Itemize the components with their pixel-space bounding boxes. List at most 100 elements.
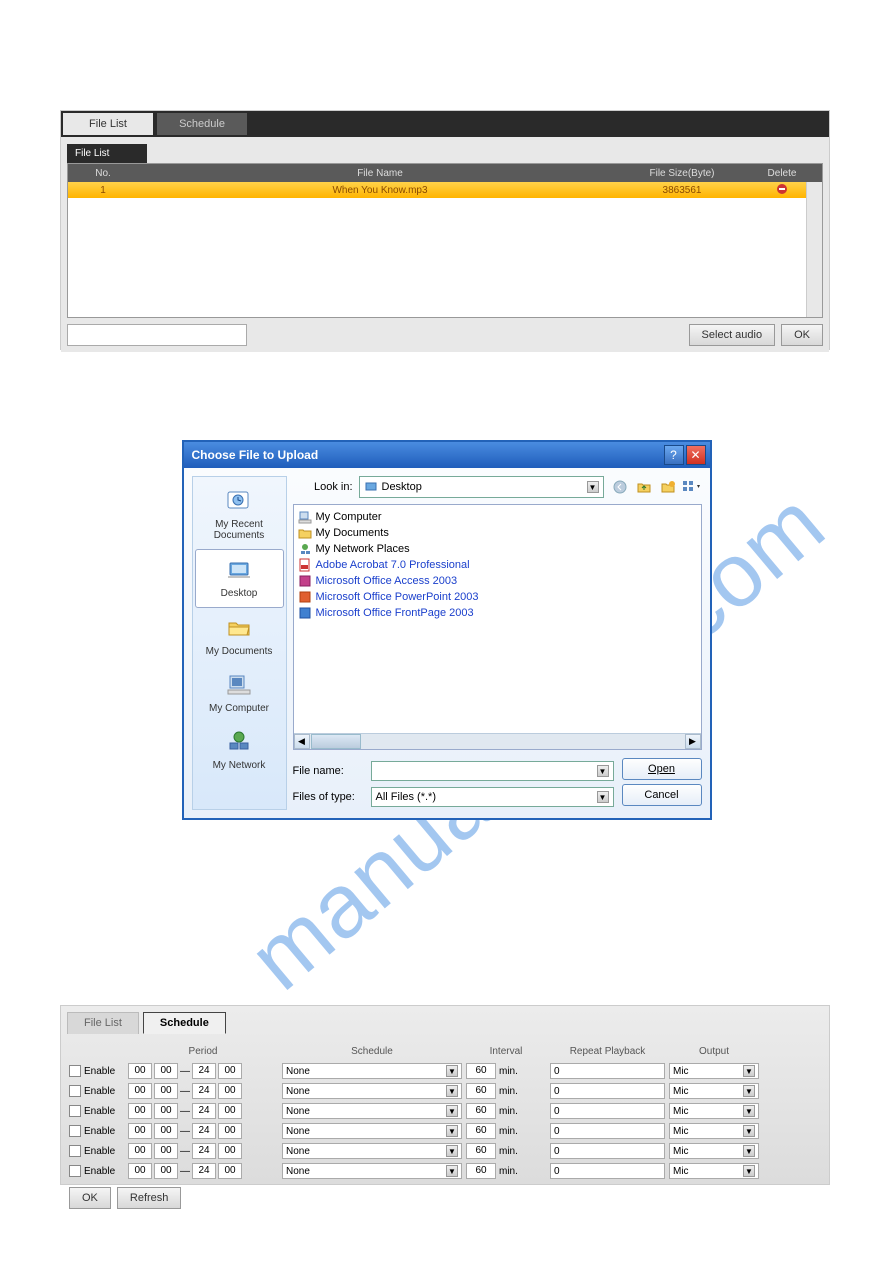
sidebar-recent[interactable]: My Recent Documents [195, 481, 284, 549]
filename-input[interactable]: ▼ [371, 761, 614, 781]
open-button[interactable]: Open [622, 758, 702, 780]
list-item[interactable]: Microsoft Office Access 2003 [298, 573, 697, 589]
select-audio-button[interactable]: Select audio [689, 324, 776, 346]
period-start-min[interactable]: 00 [154, 1063, 178, 1079]
sidebar-my-network[interactable]: My Network [195, 722, 284, 779]
period-end-hour[interactable]: 24 [192, 1143, 216, 1159]
chevron-down-icon[interactable]: ▼ [446, 1105, 458, 1117]
view-menu-icon[interactable] [682, 477, 702, 497]
scroll-thumb[interactable] [311, 734, 361, 749]
chevron-down-icon[interactable]: ▼ [597, 765, 609, 777]
output-dropdown[interactable]: Mic▼ [669, 1103, 759, 1119]
chevron-down-icon[interactable]: ▼ [446, 1065, 458, 1077]
schedule-dropdown[interactable]: None▼ [282, 1063, 462, 1079]
period-end-min[interactable]: 00 [218, 1143, 242, 1159]
new-folder-icon[interactable] [658, 477, 678, 497]
interval-input[interactable]: 60 [466, 1143, 496, 1159]
schedule-dropdown[interactable]: None▼ [282, 1083, 462, 1099]
table-row[interactable]: 1 When You Know.mp3 3863561 [68, 182, 822, 198]
period-start-hour[interactable]: 00 [128, 1123, 152, 1139]
output-dropdown[interactable]: Mic▼ [669, 1063, 759, 1079]
period-end-hour[interactable]: 24 [192, 1123, 216, 1139]
output-dropdown[interactable]: Mic▼ [669, 1083, 759, 1099]
chevron-down-icon[interactable]: ▼ [743, 1085, 755, 1097]
period-start-hour[interactable]: 00 [128, 1063, 152, 1079]
chevron-down-icon[interactable]: ▼ [743, 1145, 755, 1157]
chevron-down-icon[interactable]: ▼ [743, 1105, 755, 1117]
period-start-min[interactable]: 00 [154, 1083, 178, 1099]
sidebar-my-computer[interactable]: My Computer [195, 665, 284, 722]
enable-checkbox[interactable] [69, 1145, 81, 1157]
schedule-ok-button[interactable]: OK [69, 1187, 111, 1209]
interval-input[interactable]: 60 [466, 1123, 496, 1139]
schedule-dropdown[interactable]: None▼ [282, 1143, 462, 1159]
period-end-min[interactable]: 00 [218, 1063, 242, 1079]
period-end-hour[interactable]: 24 [192, 1163, 216, 1179]
period-start-min[interactable]: 00 [154, 1123, 178, 1139]
schedule-dropdown[interactable]: None▼ [282, 1123, 462, 1139]
list-item[interactable]: Microsoft Office PowerPoint 2003 [298, 589, 697, 605]
repeat-input[interactable]: 0 [550, 1163, 665, 1179]
list-item[interactable]: My Network Places [298, 541, 697, 557]
period-start-min[interactable]: 00 [154, 1163, 178, 1179]
chevron-down-icon[interactable]: ▼ [743, 1125, 755, 1137]
tab-file-list[interactable]: File List [63, 113, 153, 135]
close-button[interactable]: ✕ [686, 445, 706, 465]
list-item[interactable]: My Computer [298, 509, 697, 525]
period-start-min[interactable]: 00 [154, 1143, 178, 1159]
list-item[interactable]: Microsoft Office FrontPage 2003 [298, 605, 697, 621]
sidebar-my-documents[interactable]: My Documents [195, 608, 284, 665]
chevron-down-icon[interactable]: ▼ [743, 1165, 755, 1177]
interval-input[interactable]: 60 [466, 1103, 496, 1119]
up-folder-icon[interactable] [634, 477, 654, 497]
period-start-hour[interactable]: 00 [128, 1163, 152, 1179]
period-end-hour[interactable]: 24 [192, 1083, 216, 1099]
enable-checkbox[interactable] [69, 1125, 81, 1137]
period-end-min[interactable]: 00 [218, 1103, 242, 1119]
period-end-min[interactable]: 00 [218, 1163, 242, 1179]
tab-file-list-2[interactable]: File List [67, 1012, 139, 1034]
file-path-input[interactable] [67, 324, 247, 346]
delete-icon[interactable] [777, 184, 787, 194]
repeat-input[interactable]: 0 [550, 1143, 665, 1159]
help-button[interactable]: ? [664, 445, 684, 465]
repeat-input[interactable]: 0 [550, 1083, 665, 1099]
enable-checkbox[interactable] [69, 1085, 81, 1097]
schedule-dropdown[interactable]: None▼ [282, 1163, 462, 1179]
repeat-input[interactable]: 0 [550, 1063, 665, 1079]
chevron-down-icon[interactable]: ▼ [743, 1065, 755, 1077]
output-dropdown[interactable]: Mic▼ [669, 1143, 759, 1159]
interval-input[interactable]: 60 [466, 1063, 496, 1079]
cancel-button[interactable]: Cancel [622, 784, 702, 806]
period-start-hour[interactable]: 00 [128, 1143, 152, 1159]
file-list-subtab[interactable]: File List [67, 144, 147, 163]
chevron-down-icon[interactable]: ▼ [446, 1145, 458, 1157]
schedule-dropdown[interactable]: None▼ [282, 1103, 462, 1119]
repeat-input[interactable]: 0 [550, 1123, 665, 1139]
enable-checkbox[interactable] [69, 1065, 81, 1077]
chevron-down-icon[interactable]: ▼ [587, 481, 599, 493]
period-start-hour[interactable]: 00 [128, 1103, 152, 1119]
period-start-hour[interactable]: 00 [128, 1083, 152, 1099]
enable-checkbox[interactable] [69, 1165, 81, 1177]
interval-input[interactable]: 60 [466, 1083, 496, 1099]
sidebar-desktop[interactable]: Desktop [195, 549, 284, 608]
list-item[interactable]: My Documents [298, 525, 697, 541]
back-icon[interactable] [610, 477, 630, 497]
period-end-min[interactable]: 00 [218, 1123, 242, 1139]
period-end-hour[interactable]: 24 [192, 1063, 216, 1079]
interval-input[interactable]: 60 [466, 1163, 496, 1179]
vertical-scrollbar[interactable] [806, 182, 822, 317]
period-start-min[interactable]: 00 [154, 1103, 178, 1119]
tab-schedule[interactable]: Schedule [157, 113, 247, 135]
enable-checkbox[interactable] [69, 1105, 81, 1117]
ok-button[interactable]: OK [781, 324, 823, 346]
tab-schedule-2[interactable]: Schedule [143, 1012, 226, 1034]
chevron-down-icon[interactable]: ▼ [446, 1085, 458, 1097]
chevron-down-icon[interactable]: ▼ [446, 1165, 458, 1177]
chevron-down-icon[interactable]: ▼ [446, 1125, 458, 1137]
filetype-dropdown[interactable]: All Files (*.*) ▼ [371, 787, 614, 807]
refresh-button[interactable]: Refresh [117, 1187, 182, 1209]
period-end-min[interactable]: 00 [218, 1083, 242, 1099]
scroll-left-icon[interactable]: ◀ [294, 734, 310, 749]
